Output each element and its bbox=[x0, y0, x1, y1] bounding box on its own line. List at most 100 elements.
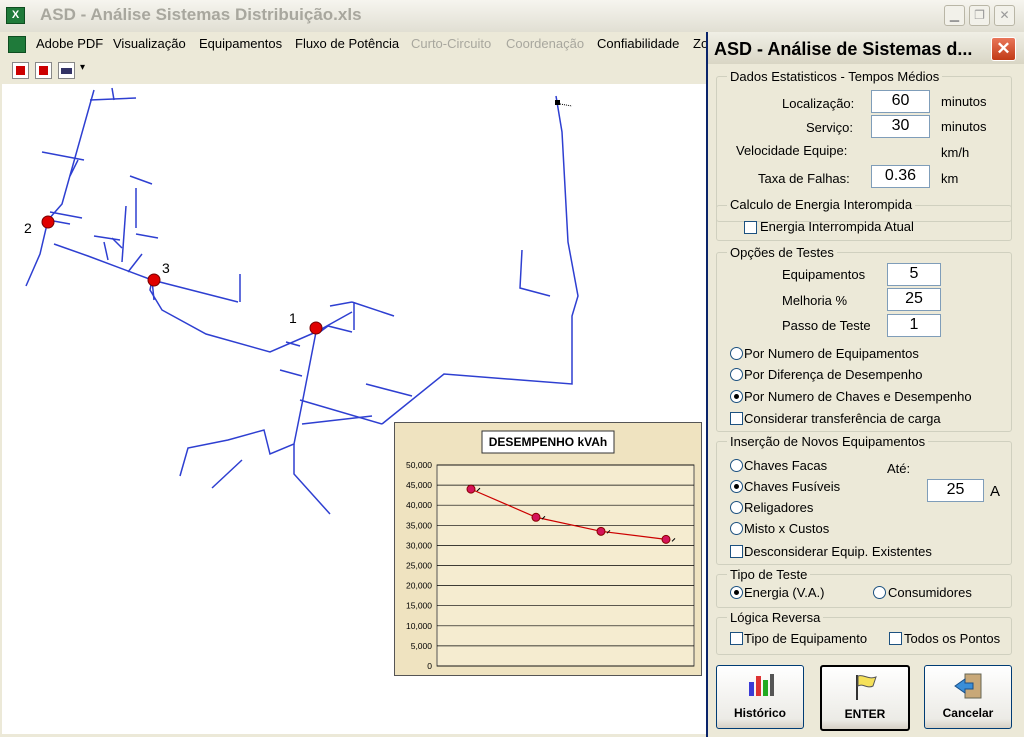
radio-por-numero-equipamentos[interactable] bbox=[730, 347, 743, 360]
performance-chart[interactable]: DESEMPENHO kVAh 50,000 45,000 40,000 35,000 3… bbox=[394, 422, 702, 676]
historico-button[interactable]: Histórico bbox=[716, 665, 804, 729]
map-markers bbox=[41, 215, 323, 335]
bar-chart-icon bbox=[749, 674, 774, 696]
radio-label-misto-custos: Misto x Custos bbox=[744, 521, 830, 536]
data-point bbox=[596, 526, 606, 536]
maximize-button[interactable]: ❐ bbox=[969, 5, 990, 26]
radio-religadores[interactable] bbox=[730, 501, 743, 514]
marker-label-1: 1 bbox=[289, 310, 297, 326]
ate-unit: A bbox=[990, 483, 1001, 500]
equipamentos-label: Equipamentos bbox=[782, 267, 866, 282]
radio-label-religadores: Religadores bbox=[744, 500, 814, 515]
fault-marker-2 bbox=[41, 215, 55, 229]
y-tick-label: 50,000 bbox=[406, 460, 432, 470]
menu-confiabilidade[interactable]: Confiabilidade bbox=[597, 36, 679, 51]
radio-label-chaves-fusiveis: Chaves Fusíveis bbox=[744, 479, 841, 494]
excel-icon: X bbox=[6, 7, 25, 24]
menu-curto-circuito[interactable]: Curto-Circuito bbox=[411, 36, 491, 51]
historico-label: Histórico bbox=[733, 706, 786, 720]
dialog-close-button[interactable]: ✕ bbox=[991, 37, 1016, 61]
pdf-convert-icon[interactable] bbox=[12, 62, 29, 79]
cancelar-button[interactable]: Cancelar bbox=[924, 665, 1012, 729]
radio-por-numero-chaves-desempenho[interactable] bbox=[730, 390, 743, 403]
melhoria-label: Melhoria % bbox=[782, 293, 848, 308]
localizacao-label: Localização: bbox=[782, 96, 855, 111]
close-window-button[interactable]: ✕ bbox=[994, 5, 1015, 26]
toolbar-overflow-icon[interactable]: ▾ bbox=[80, 62, 85, 73]
y-tick-label: 0 bbox=[427, 661, 432, 671]
transferencia-carga-label: Considerar transferência de carga bbox=[744, 411, 941, 426]
menu-equipamentos[interactable]: Equipamentos bbox=[199, 36, 282, 51]
melhoria-input[interactable]: 25 bbox=[887, 288, 941, 311]
servico-input[interactable]: 30 bbox=[871, 115, 930, 138]
marker-label-2: 2 bbox=[24, 220, 32, 236]
chart-title: DESEMPENHO kVAh bbox=[489, 435, 607, 449]
menu-coordenacao[interactable]: Coordenação bbox=[506, 36, 584, 51]
desconsiderar-equip-label: Desconsiderar Equip. Existentes bbox=[744, 544, 932, 559]
radio-chaves-facas[interactable] bbox=[730, 459, 743, 472]
servico-unit: minutos bbox=[941, 119, 987, 134]
y-tick-label: 30,000 bbox=[406, 540, 432, 550]
radio-misto-custos[interactable] bbox=[730, 522, 743, 535]
enter-label: ENTER bbox=[844, 707, 886, 721]
radio-consumidores[interactable] bbox=[873, 586, 886, 599]
tipo-equipamento-label: Tipo de Equipamento bbox=[744, 631, 868, 646]
y-tick-label: 35,000 bbox=[406, 520, 432, 530]
localizacao-input[interactable]: 60 bbox=[871, 90, 930, 113]
radio-label-chaves-facas: Chaves Facas bbox=[744, 458, 828, 473]
transferencia-carga-checkbox[interactable] bbox=[730, 412, 743, 425]
window-title: ASD - Análise Sistemas Distribuição.xls bbox=[40, 5, 362, 24]
substation-marker bbox=[555, 100, 560, 105]
radio-label-energia-va: Energia (V.A.) bbox=[744, 585, 825, 600]
servico-label: Serviço: bbox=[806, 120, 853, 135]
taxa-unit: km bbox=[941, 171, 959, 186]
analysis-dialog: ASD - Análise de Sistemas d... ✕ Dados E… bbox=[706, 32, 1024, 737]
energia-group-title: Calculo de Energia Interompida bbox=[727, 197, 916, 212]
menu-adobe-pdf[interactable]: Adobe PDF bbox=[36, 36, 103, 51]
localizacao-unit: minutos bbox=[941, 94, 987, 109]
stats-group-title: Dados Estatisticos - Tempos Médios bbox=[727, 69, 943, 84]
logica-group-title: Lógica Reversa bbox=[727, 610, 824, 625]
todos-pontos-label: Todos os Pontos bbox=[904, 631, 1001, 646]
velocidade-label: Velocidade Equipe: bbox=[736, 143, 848, 158]
dialog-title-bar: ASD - Análise de Sistemas d... ✕ bbox=[708, 32, 1024, 64]
y-tick-label: 5,000 bbox=[411, 641, 433, 651]
radio-energia-va[interactable] bbox=[730, 586, 743, 599]
data-point bbox=[466, 484, 476, 494]
energia-atual-label: Energia Interrompida Atual bbox=[760, 219, 914, 234]
energia-atual-checkbox[interactable] bbox=[744, 221, 757, 234]
passo-label: Passo de Teste bbox=[782, 318, 871, 333]
flag-icon bbox=[856, 675, 877, 700]
ate-input[interactable]: 25 bbox=[927, 479, 984, 502]
y-tick-label: 10,000 bbox=[406, 621, 432, 631]
radio-por-diferenca-desempenho[interactable] bbox=[730, 368, 743, 381]
menu-fluxo-potencia[interactable]: Fluxo de Potência bbox=[295, 36, 399, 51]
y-tick-label: 20,000 bbox=[406, 581, 432, 591]
pdf-review-icon[interactable] bbox=[35, 62, 52, 79]
todos-pontos-checkbox[interactable] bbox=[889, 632, 902, 645]
radio-label-por-numero-equipamentos: Por Numero de Equipamentos bbox=[744, 346, 919, 361]
equipamentos-input[interactable]: 5 bbox=[887, 263, 941, 286]
passo-input[interactable]: 1 bbox=[887, 314, 941, 337]
excel-doc-icon[interactable] bbox=[8, 36, 26, 53]
enter-button[interactable]: ENTER bbox=[820, 665, 910, 731]
y-tick-label: 15,000 bbox=[406, 601, 432, 611]
pdf-email-icon[interactable] bbox=[58, 62, 75, 79]
radio-label-por-diferenca-desempenho: Por Diferença de Desempenho bbox=[744, 367, 923, 382]
chart-svg: DESEMPENHO kVAh 50,000 45,000 40,000 35,000 3… bbox=[406, 430, 695, 671]
data-point bbox=[531, 512, 541, 522]
desconsiderar-equip-checkbox[interactable] bbox=[730, 545, 743, 558]
velocidade-unit: km/h bbox=[941, 145, 970, 160]
tipo-group-title: Tipo de Teste bbox=[727, 567, 811, 582]
cancelar-label: Cancelar bbox=[942, 706, 994, 720]
minimize-button[interactable]: ▁ bbox=[944, 5, 965, 26]
y-tick-label: 40,000 bbox=[406, 500, 432, 510]
dialog-title: ASD - Análise de Sistemas d... bbox=[714, 39, 973, 59]
opcoes-group-title: Opções de Testes bbox=[727, 245, 837, 260]
taxa-input[interactable]: 0.36 bbox=[871, 165, 930, 188]
tipo-equipamento-checkbox[interactable] bbox=[730, 632, 743, 645]
radio-label-por-numero-chaves-desempenho: Por Numero de Chaves e Desempenho bbox=[744, 389, 972, 404]
ate-label: Até: bbox=[887, 461, 911, 476]
radio-chaves-fusiveis[interactable] bbox=[730, 480, 743, 493]
menu-visualizacao[interactable]: Visualização bbox=[113, 36, 186, 51]
